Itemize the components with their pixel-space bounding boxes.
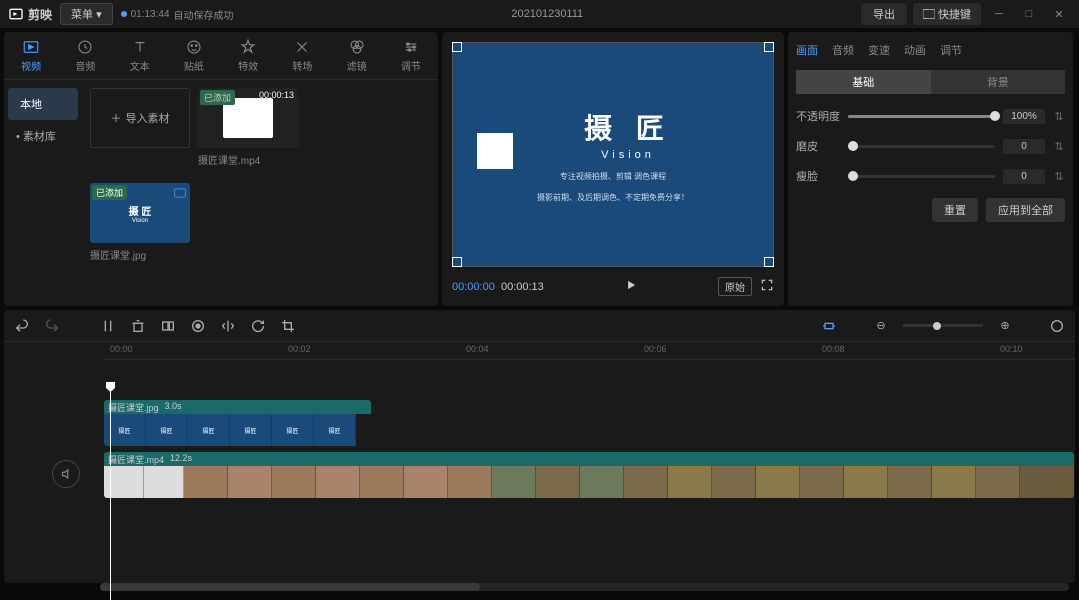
titlebar: 剪映 菜单 ▾ 01:13:44 自动保存成功 202101230111 导出 … <box>0 0 1079 28</box>
crop-left-icon[interactable] <box>160 318 176 334</box>
opacity-stepper[interactable]: ⇅ <box>1053 110 1065 123</box>
opacity-value[interactable]: 100% <box>1003 109 1045 124</box>
zoom-in-button[interactable]: ⊕ <box>997 318 1013 334</box>
preview-time: 00:00:00 00:00:13 <box>452 281 544 293</box>
playhead[interactable] <box>110 382 111 600</box>
fullscreen-button[interactable] <box>760 278 774 295</box>
timeline-ruler[interactable]: 00:00 00:02 00:04 00:06 00:08 00:10 <box>104 342 1075 360</box>
props-tab-audio[interactable]: 音频 <box>832 40 854 60</box>
import-button[interactable]: ＋ 导入素材 <box>90 88 190 148</box>
timeline-tracks[interactable]: 摄匠课堂.jpg3.0s 摄匠摄匠摄匠摄匠摄匠摄匠 摄匠课堂.mp412.2s <box>104 400 1075 600</box>
delete-button[interactable] <box>130 318 146 334</box>
crop-button[interactable] <box>280 318 296 334</box>
zoom-slider[interactable] <box>903 324 983 327</box>
tab-audio[interactable]: 音频 <box>58 32 112 79</box>
qr-code <box>477 133 513 169</box>
maximize-button[interactable]: □ <box>1017 4 1041 24</box>
apply-all-button[interactable]: 应用到全部 <box>986 198 1065 222</box>
props-tab-anim[interactable]: 动画 <box>904 40 926 60</box>
resize-handle-br[interactable] <box>764 257 774 267</box>
rotate-button[interactable] <box>250 318 266 334</box>
slim-stepper[interactable]: ⇅ <box>1053 170 1065 183</box>
slim-value[interactable]: 0 <box>1003 169 1045 184</box>
zoom-out-button[interactable]: ⊖ <box>873 318 889 334</box>
redo-button[interactable] <box>44 318 60 334</box>
timeline-scrollbar[interactable] <box>100 583 1069 591</box>
project-title: 202101230111 <box>242 8 853 20</box>
app-logo: 剪映 <box>8 6 52 23</box>
opacity-slider[interactable] <box>848 115 995 118</box>
props-tab-speed[interactable]: 变速 <box>868 40 890 60</box>
mirror-button[interactable] <box>220 318 236 334</box>
properties-panel: 画面 音频 变速 动画 调节 基础 背景 不透明度 100% ⇅ 磨皮 0 ⇅ … <box>788 32 1073 306</box>
tool-tabs: 视频 音频 文本 贴纸 特效 转场 滤镜 调节 <box>4 32 438 80</box>
reset-button[interactable]: 重置 <box>932 198 978 222</box>
media-item-image[interactable]: 已添加 摄 匠 Vision 摄匠课堂.jpg <box>90 183 190 262</box>
preview-panel: 摄 匠 Vision 专注视频拍摄、剪辑 调色课程 摄影前期、及后期调色、不定期… <box>442 32 784 306</box>
smooth-stepper[interactable]: ⇅ <box>1053 140 1065 153</box>
tab-sticker[interactable]: 贴纸 <box>167 32 221 79</box>
undo-button[interactable] <box>14 318 30 334</box>
shortcuts-button[interactable]: 快捷键 <box>913 3 981 25</box>
props-tab-picture[interactable]: 画面 <box>796 40 818 60</box>
tab-filter[interactable]: 滤镜 <box>330 32 384 79</box>
ratio-button[interactable]: 原始 <box>718 277 752 296</box>
snap-button[interactable] <box>821 318 837 334</box>
resize-handle-tr[interactable] <box>764 42 774 52</box>
export-button[interactable]: 导出 <box>861 3 907 25</box>
side-tab-local[interactable]: 本地 <box>8 88 78 120</box>
tab-text[interactable]: 文本 <box>113 32 167 79</box>
minimize-button[interactable]: ─ <box>987 4 1011 24</box>
split-button[interactable] <box>100 318 116 334</box>
media-item-video[interactable]: 已添加 00:00:13 摄匠课堂.mp4 <box>198 88 298 167</box>
menu-button[interactable]: 菜单 ▾ <box>60 3 113 25</box>
clip-image[interactable]: 摄匠课堂.jpg3.0s 摄匠摄匠摄匠摄匠摄匠摄匠 <box>104 400 371 446</box>
props-tab-adjust[interactable]: 调节 <box>940 40 962 60</box>
tab-effect[interactable]: 特效 <box>221 32 275 79</box>
subtab-bg[interactable]: 背景 <box>931 70 1066 94</box>
tab-adjust[interactable]: 调节 <box>384 32 438 79</box>
smooth-value[interactable]: 0 <box>1003 139 1045 154</box>
smooth-slider[interactable] <box>848 145 995 148</box>
tab-transition[interactable]: 转场 <box>275 32 329 79</box>
media-panel: 视频 音频 文本 贴纸 特效 转场 滤镜 调节 本地 • 素材库 ＋ 导入素材 … <box>4 32 438 306</box>
subtab-basic[interactable]: 基础 <box>796 70 931 94</box>
resize-handle-tl[interactable] <box>452 42 462 52</box>
close-button[interactable]: ✕ <box>1047 4 1071 24</box>
resize-handle-bl[interactable] <box>452 257 462 267</box>
zoom-fit-button[interactable] <box>1049 318 1065 334</box>
slim-slider[interactable] <box>848 175 995 178</box>
autosave-status: 01:13:44 自动保存成功 <box>121 7 234 22</box>
mute-button[interactable] <box>52 460 80 488</box>
side-tab-library[interactable]: • 素材库 <box>4 120 82 152</box>
timeline-panel: ⊖ ⊕ 00:00 00:02 00:04 00:06 00:08 00:10 … <box>4 310 1075 583</box>
record-button[interactable] <box>190 318 206 334</box>
play-button[interactable] <box>624 278 638 295</box>
preview-canvas[interactable]: 摄 匠 Vision 专注视频拍摄、剪辑 调色课程 摄影前期、及后期调色、不定期… <box>452 42 774 267</box>
tab-video[interactable]: 视频 <box>4 32 58 79</box>
clip-video[interactable]: 摄匠课堂.mp412.2s <box>104 452 1074 498</box>
